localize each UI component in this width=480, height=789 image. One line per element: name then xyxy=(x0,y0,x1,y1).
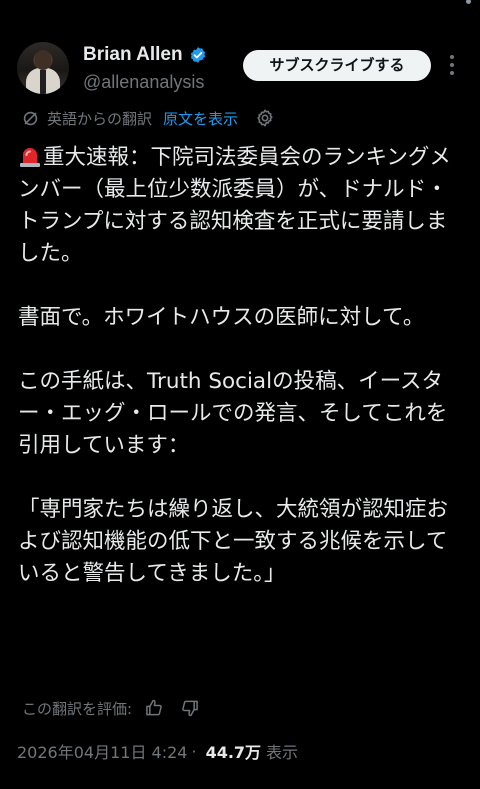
author-handle[interactable]: @allenanalysis xyxy=(83,70,207,94)
meta-separator: · xyxy=(191,741,197,761)
author-name[interactable]: Brian Allen xyxy=(83,42,183,68)
verified-badge-icon xyxy=(190,47,205,63)
tweet-paragraph-1-text: 重大速報：下院司法委員会のランキングメンバー（最上位少数派委員）が、ドナルド・ト… xyxy=(18,145,451,266)
translation-rating: この翻訳を評価: xyxy=(22,696,200,720)
gear-icon[interactable] xyxy=(255,108,275,128)
tweet-paragraph-1: 重大速報：下院司法委員会のランキングメンバー（最上位少数派委員）が、ドナルド・ト… xyxy=(18,142,464,270)
translation-note: 英語からの翻訳 xyxy=(47,109,153,128)
tweet-header: Brian Allen @allenanalysis サブスクライブする xyxy=(17,42,467,98)
avatar-figure-tie xyxy=(40,70,46,94)
author-name-line: Brian Allen xyxy=(83,42,207,68)
subscribe-button[interactable]: サブスクライブする xyxy=(243,50,431,81)
more-vertical-icon[interactable] xyxy=(448,55,456,77)
view-count-label: 表示 xyxy=(266,743,299,762)
translate-icon xyxy=(23,111,38,125)
show-original-link[interactable]: 原文を表示 xyxy=(163,108,238,129)
avatar[interactable] xyxy=(17,42,69,94)
top-bar-fragment: ・・・ xyxy=(0,0,480,14)
more-dot xyxy=(450,55,454,59)
rating-label: この翻訳を評価: xyxy=(22,699,133,718)
translation-bar: 英語からの翻訳 原文を表示 xyxy=(22,106,275,130)
tweet-body: 重大速報：下院司法委員会のランキングメンバー（最上位少数派委員）が、ドナルド・ト… xyxy=(18,142,464,590)
author-block: Brian Allen @allenanalysis xyxy=(83,42,207,94)
more-dot xyxy=(450,63,454,67)
avatar-figure-face xyxy=(35,50,51,70)
thumbs-down-icon[interactable] xyxy=(180,698,200,718)
tweet-timestamp[interactable]: 2026年04月11日 4:24 xyxy=(17,739,187,763)
tweet-paragraph-3: この手紙は、Truth Socialの投稿、イースター・エッグ・ロールでの発言、… xyxy=(18,369,448,458)
top-bar-dot xyxy=(466,0,471,4)
more-dot xyxy=(450,71,454,75)
thumbs-up-icon[interactable] xyxy=(144,698,164,718)
top-bar-text: ・・・ xyxy=(98,0,168,5)
tweet-paragraph-4: 「専門家たちは繰り返し、大統領が認知症および認知機能の低下と一致する兆候を示して… xyxy=(18,497,449,586)
siren-emoji-icon xyxy=(20,148,40,167)
tweet-paragraph-2: 書面で。ホワイトハウスの医師に対して。 xyxy=(18,305,425,330)
tweet-meta: 2026年04月11日 4:24 · 44.7万 表示 xyxy=(17,738,298,764)
view-count: 44.7万 xyxy=(205,743,262,762)
